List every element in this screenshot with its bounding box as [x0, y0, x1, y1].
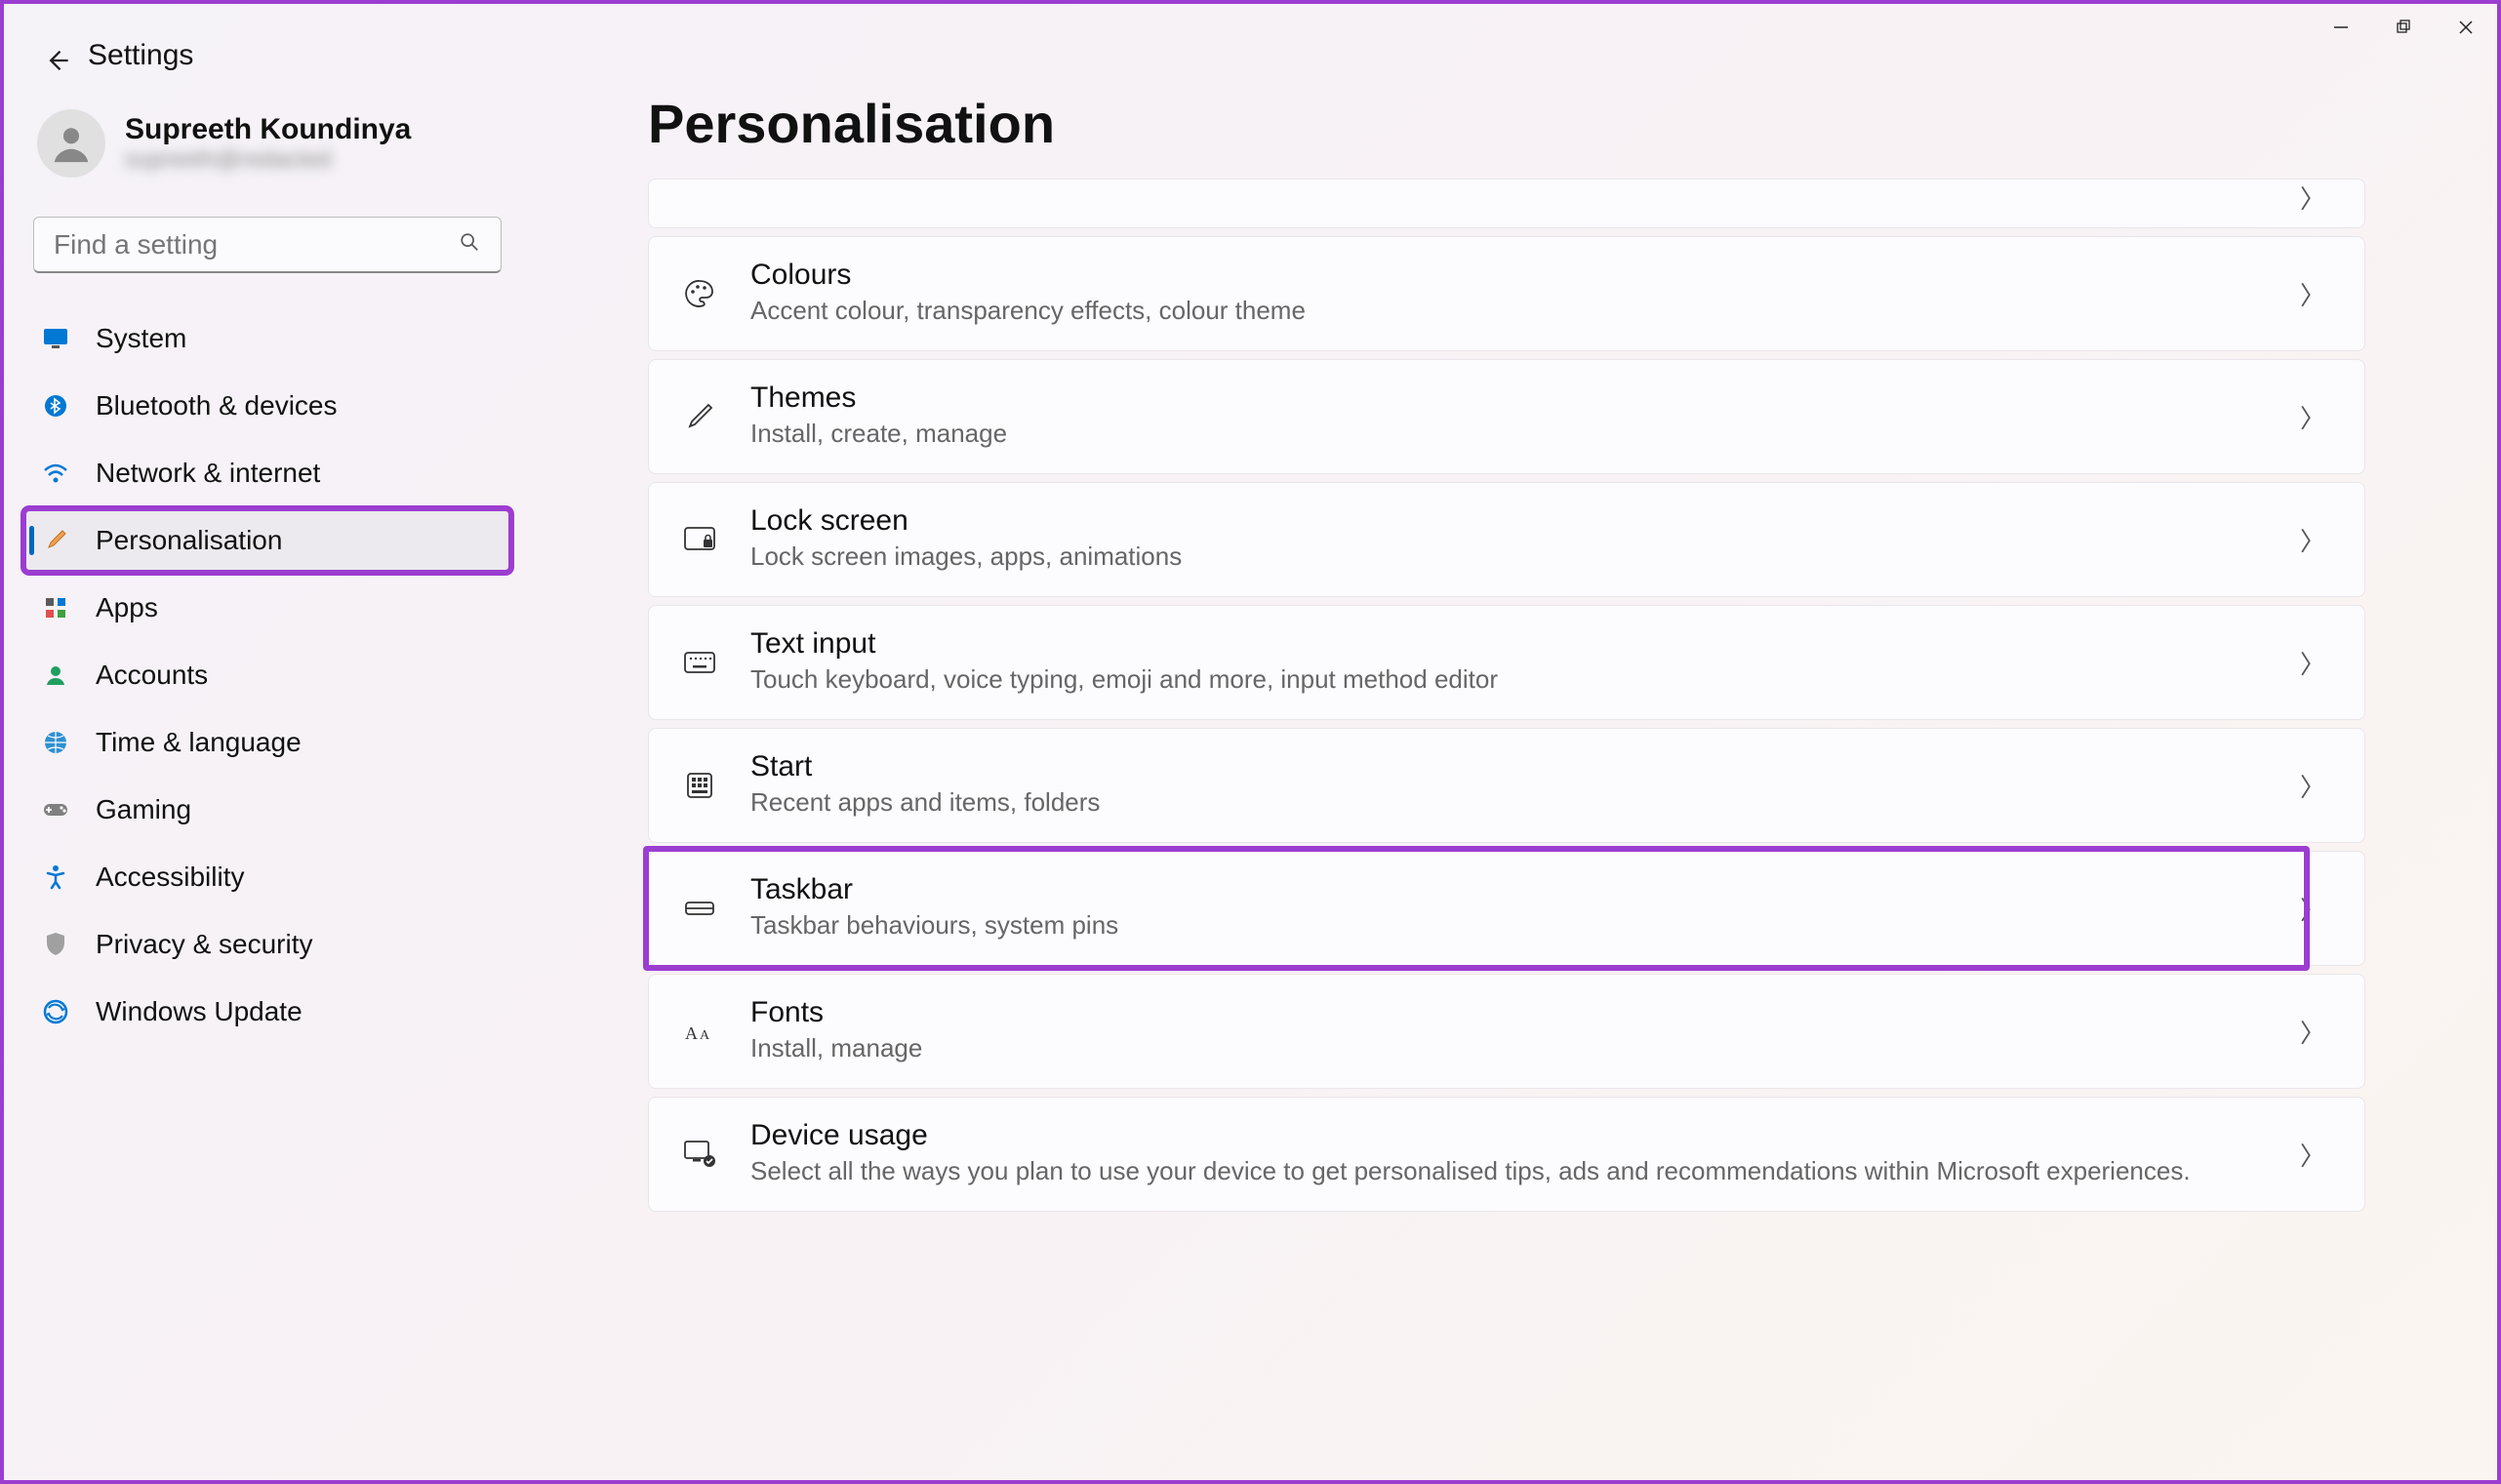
palette-icon [682, 276, 717, 311]
sidebar-item-accounts[interactable]: Accounts [23, 643, 511, 707]
back-button[interactable] [43, 47, 70, 81]
close-button[interactable] [2454, 16, 2478, 39]
card-title: Fonts [750, 996, 2267, 1029]
sidebar-item-label: System [96, 323, 186, 354]
window-title: Settings [88, 39, 193, 72]
sidebar-item-label: Personalisation [96, 525, 282, 556]
chevron-right-icon: 〉 [2300, 1014, 2325, 1050]
card-sub: Touch keyboard, voice typing, emoji and … [750, 662, 2267, 697]
sidebar-item-apps[interactable]: Apps [23, 576, 511, 640]
search-wrap [33, 217, 502, 273]
profile-block[interactable]: Supreeth Koundinya supreeth@redacted [23, 101, 511, 187]
update-icon [41, 997, 70, 1026]
profile-email: supreeth@redacted [125, 146, 411, 174]
main-content: Personalisation 〉 Colours Accent colour,… [648, 92, 2365, 1212]
shield-icon [41, 930, 70, 959]
sidebar-item-update[interactable]: Windows Update [23, 980, 511, 1044]
card-textinput[interactable]: Text input Touch keyboard, voice typing,… [648, 605, 2365, 720]
settings-list: 〉 Colours Accent colour, transparency ef… [648, 179, 2365, 1212]
card-title: Themes [750, 381, 2267, 415]
sidebar-item-gaming[interactable]: Gaming [23, 778, 511, 842]
card-lockscreen[interactable]: Lock screen Lock screen images, apps, an… [648, 482, 2365, 597]
sidebar-item-label: Accounts [96, 660, 208, 691]
page-title: Personalisation [648, 92, 2365, 155]
sidebar-item-label: Accessibility [96, 862, 244, 893]
chevron-right-icon: 〉 [2300, 522, 2325, 558]
card-sub: Lock screen images, apps, animations [750, 540, 2267, 574]
card-deviceusage[interactable]: Device usage Select all the ways you pla… [648, 1097, 2365, 1212]
minimize-button[interactable] [2329, 16, 2353, 39]
sidebar-item-label: Network & internet [96, 458, 320, 489]
wifi-icon [41, 459, 70, 488]
card-sub: Taskbar behaviours, system pins [750, 908, 2267, 943]
chevron-right-icon: 〉 [2300, 1137, 2325, 1173]
svg-text:A: A [700, 1028, 710, 1043]
sidebar-item-label: Time & language [96, 727, 302, 758]
search-icon [459, 231, 480, 259]
card-title: Start [750, 750, 2267, 783]
card-themes[interactable]: Themes Install, create, manage 〉 [648, 359, 2365, 474]
avatar [37, 109, 105, 178]
sidebar-item-label: Bluetooth & devices [96, 390, 338, 421]
fonts-icon: AA [682, 1014, 717, 1049]
brush-icon [41, 526, 70, 555]
lockscreen-icon [682, 522, 717, 557]
gamepad-icon [41, 795, 70, 824]
chevron-right-icon: 〉 [2300, 768, 2325, 804]
taskbar-icon [682, 891, 717, 926]
sidebar-item-bluetooth[interactable]: Bluetooth & devices [23, 374, 511, 438]
window-controls [2329, 16, 2478, 39]
sidebar-item-privacy[interactable]: Privacy & security [23, 912, 511, 977]
chevron-right-icon: 〉 [2300, 180, 2325, 216]
globe-clock-icon [41, 728, 70, 757]
card-title: Colours [750, 259, 2267, 292]
card-taskbar[interactable]: Taskbar Taskbar behaviours, system pins … [648, 851, 2365, 966]
chevron-right-icon: 〉 [2300, 399, 2325, 435]
profile-name: Supreeth Koundinya [125, 113, 411, 146]
accessibility-icon [41, 862, 70, 892]
card-sub: Select all the ways you plan to use your… [750, 1154, 2267, 1188]
sidebar-item-accessibility[interactable]: Accessibility [23, 845, 511, 909]
card-sub: Install, manage [750, 1031, 2267, 1065]
display-icon [41, 324, 70, 353]
person-icon [41, 661, 70, 690]
sidebar-item-time[interactable]: Time & language [23, 710, 511, 775]
chevron-right-icon: 〉 [2300, 276, 2325, 312]
sidebar-item-label: Privacy & security [96, 929, 313, 960]
card-title: Lock screen [750, 504, 2267, 538]
sidebar: Supreeth Koundinya supreeth@redacted Sys… [23, 101, 511, 1044]
sidebar-item-label: Apps [96, 592, 158, 623]
chevron-right-icon: 〉 [2300, 891, 2325, 927]
card-colours[interactable]: Colours Accent colour, transparency effe… [648, 236, 2365, 351]
card-sub: Install, create, manage [750, 417, 2267, 451]
card-sub: Accent colour, transparency effects, col… [750, 294, 2267, 328]
sidebar-item-label: Gaming [96, 794, 191, 825]
chevron-right-icon: 〉 [2300, 645, 2325, 681]
card-title: Text input [750, 627, 2267, 661]
card-title: Device usage [750, 1119, 2267, 1152]
sidebar-item-system[interactable]: System [23, 306, 511, 371]
card-background-partial[interactable]: 〉 [648, 179, 2365, 228]
keyboard-icon [682, 645, 717, 680]
card-sub: Recent apps and items, folders [750, 785, 2267, 820]
pen-icon [682, 399, 717, 434]
svg-text:A: A [685, 1023, 698, 1043]
card-title: Taskbar [750, 873, 2267, 906]
active-indicator [29, 526, 34, 555]
sidebar-item-personalisation[interactable]: Personalisation [23, 508, 511, 573]
sidebar-item-network[interactable]: Network & internet [23, 441, 511, 505]
bluetooth-icon [41, 391, 70, 421]
maximize-button[interactable] [2392, 16, 2415, 39]
card-fonts[interactable]: AA Fonts Install, manage 〉 [648, 974, 2365, 1089]
nav: System Bluetooth & devices Network & int… [23, 306, 511, 1044]
apps-icon [41, 593, 70, 622]
start-icon [682, 768, 717, 803]
search-input[interactable] [33, 217, 502, 273]
card-start[interactable]: Start Recent apps and items, folders 〉 [648, 728, 2365, 843]
device-usage-icon [682, 1137, 717, 1172]
sidebar-item-label: Windows Update [96, 996, 303, 1027]
